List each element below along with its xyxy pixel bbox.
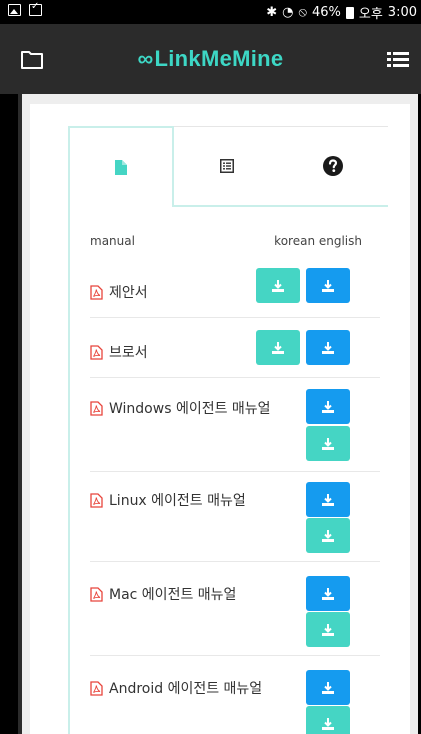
battery-percent: 46% (311, 5, 341, 20)
download-icon (322, 400, 334, 413)
pdf-file-icon (90, 400, 103, 416)
image-notification-icon (8, 4, 21, 16)
download-icon (322, 587, 334, 600)
pdf-file-icon (90, 586, 103, 602)
manual-name[interactable]: Android 에이전트 매뉴얼 (90, 678, 262, 698)
download-icon (322, 493, 334, 506)
download-icon (272, 341, 284, 354)
question-circle-icon (323, 156, 343, 176)
wifi-icon: ◔ (282, 5, 294, 20)
download-english-button[interactable] (306, 330, 350, 365)
download-korean-button[interactable] (256, 330, 300, 365)
pdf-file-icon (90, 344, 103, 360)
download-icon (322, 681, 334, 694)
manual-row: 제안서 (90, 268, 380, 318)
download-korean-button[interactable] (256, 268, 300, 303)
tab-help[interactable] (280, 126, 386, 206)
download-icon (322, 717, 334, 730)
app-logo[interactable]: ∞LinkMeMine (0, 46, 421, 72)
manual-row: Linux 에이전트 매뉴얼 (90, 476, 380, 562)
download-korean-button[interactable] (306, 612, 350, 647)
download-english-button[interactable] (306, 482, 350, 517)
pdf-file-icon (90, 492, 103, 508)
download-icon (322, 529, 334, 542)
download-icon (272, 279, 284, 292)
manual-name[interactable]: Windows 에이전트 매뉴얼 (90, 398, 271, 418)
infinity-logo-icon: ∞ (137, 46, 154, 71)
manual-name[interactable]: 브로서 (90, 342, 148, 362)
manual-label: Android 에이전트 매뉴얼 (109, 681, 263, 697)
app-bar: ∞LinkMeMine (0, 24, 421, 94)
clock: 3:00 (387, 5, 417, 20)
download-korean-button[interactable] (306, 706, 350, 734)
download-english-button[interactable] (306, 576, 350, 611)
download-english-button[interactable] (306, 670, 350, 705)
checkbox-notification-icon (29, 1, 42, 16)
battery-icon (345, 6, 354, 19)
manual-label: 제안서 (109, 285, 148, 301)
manual-row: 브로서 (90, 328, 380, 378)
dnd-icon: ⦸ (298, 5, 307, 20)
logo-text: LinkMeMine (154, 46, 284, 71)
manual-name[interactable]: 제안서 (90, 282, 148, 302)
pdf-file-icon (90, 680, 103, 696)
manual-label: 브로서 (109, 345, 148, 361)
tab-list[interactable] (174, 126, 280, 206)
menu-button[interactable] (387, 50, 409, 70)
manual-name[interactable]: Linux 에이전트 매뉴얼 (90, 490, 246, 510)
manual-label: Windows 에이전트 매뉴얼 (109, 401, 271, 417)
column-header-manual: manual (90, 234, 135, 248)
download-icon (322, 341, 334, 354)
manual-label: Linux 에이전트 매뉴얼 (109, 493, 246, 509)
tab-bar (68, 126, 388, 207)
column-header-languages: korean english (274, 234, 362, 248)
download-icon (322, 279, 334, 292)
download-english-button[interactable] (306, 389, 350, 424)
list-alt-icon (220, 159, 234, 173)
manual-row: Windows 에이전트 매뉴얼 (90, 384, 380, 472)
tab-documents[interactable] (68, 126, 174, 206)
ampm: 오후 (358, 7, 383, 22)
manual-label: Mac 에이전트 매뉴얼 (109, 587, 237, 603)
download-korean-button[interactable] (306, 518, 350, 553)
manual-name[interactable]: Mac 에이전트 매뉴얼 (90, 584, 236, 604)
manual-card: manual korean english 제안서 브로서 Windows 에이… (30, 104, 410, 734)
manual-row: Android 에이전트 매뉴얼 (90, 664, 380, 734)
download-icon (322, 437, 334, 450)
download-korean-button[interactable] (306, 426, 350, 461)
document-icon (115, 159, 127, 175)
download-icon (322, 623, 334, 636)
pdf-file-icon (90, 284, 103, 300)
list-menu-icon (387, 52, 409, 67)
download-english-button[interactable] (306, 268, 350, 303)
bluetooth-icon: ✱ (266, 5, 278, 20)
manual-row: Mac 에이전트 매뉴얼 (90, 570, 380, 656)
status-bar: ✱ ◔ ⦸ 46% 오후 3:00 (0, 0, 421, 24)
